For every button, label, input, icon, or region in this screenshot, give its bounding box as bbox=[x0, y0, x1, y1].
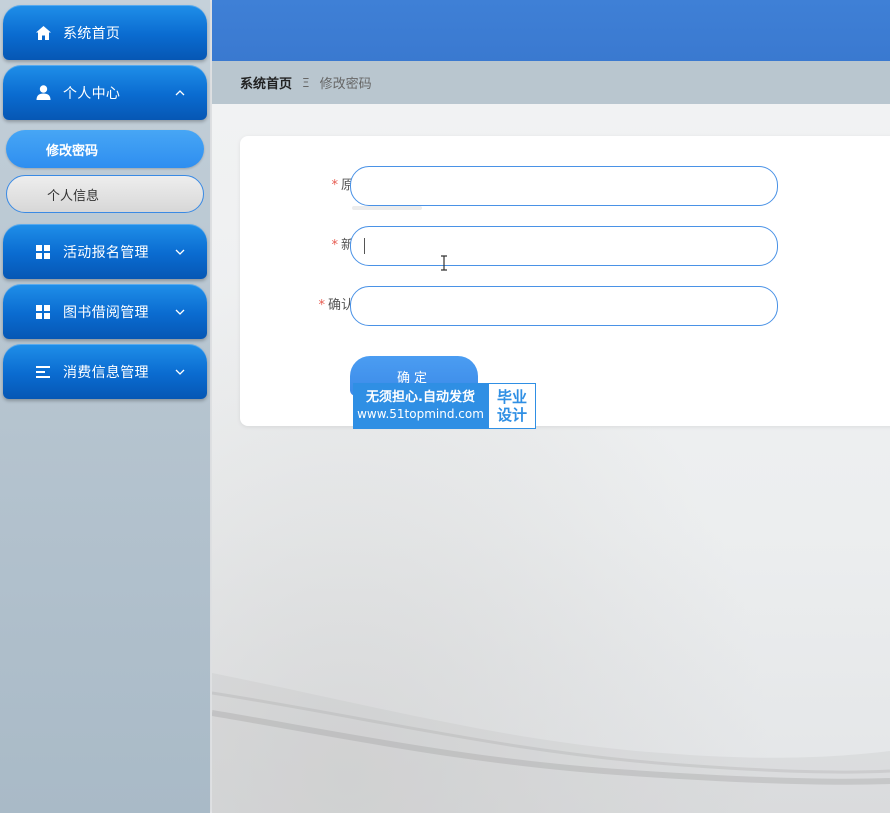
new-password-input[interactable] bbox=[350, 226, 778, 266]
grid-icon bbox=[35, 304, 51, 320]
chevron-down-icon bbox=[175, 367, 185, 377]
sidebar-subitem-label: 个人信息 bbox=[47, 188, 100, 204]
home-icon bbox=[35, 25, 51, 41]
text-caret bbox=[364, 238, 365, 254]
input-autofill-hint bbox=[352, 206, 422, 210]
sidebar-subitem-change-password[interactable]: 修改密码 bbox=[6, 130, 204, 168]
sidebar-item-label: 消费信息管理 bbox=[63, 364, 149, 381]
chevron-down-icon bbox=[175, 307, 185, 317]
sidebar-item-book-borrowing[interactable]: 图书借阅管理 bbox=[3, 284, 207, 339]
form-row-old-password: *原密码 bbox=[240, 166, 800, 210]
breadcrumb: 系统首页 Ξ 修改密码 bbox=[212, 61, 890, 104]
sidebar-item-label: 活动报名管理 bbox=[63, 244, 149, 261]
sidebar-item-label: 系统首页 bbox=[63, 25, 121, 42]
form-row-confirm-password: *确认密码 bbox=[240, 286, 800, 326]
sidebar-item-label: 图书借阅管理 bbox=[63, 304, 149, 321]
chevron-down-icon bbox=[175, 247, 185, 257]
breadcrumb-current: 修改密码 bbox=[319, 77, 372, 92]
sidebar-item-consumption-info[interactable]: 消费信息管理 bbox=[3, 344, 207, 399]
password-form-card: *原密码 *新密码 *确认密码 确定 bbox=[240, 136, 890, 426]
sidebar-subitem-label: 修改密码 bbox=[46, 143, 99, 159]
sidebar-item-home[interactable]: 系统首页 bbox=[3, 5, 207, 60]
old-password-input[interactable] bbox=[350, 166, 778, 206]
watermark-right: 毕业 设计 bbox=[488, 383, 536, 429]
watermark-right2: 设计 bbox=[496, 406, 527, 424]
breadcrumb-home-link[interactable]: 系统首页 bbox=[240, 73, 292, 92]
required-mark: * bbox=[318, 298, 325, 313]
header-bar bbox=[212, 0, 890, 61]
breadcrumb-separator: Ξ bbox=[302, 75, 310, 90]
required-mark: * bbox=[331, 178, 338, 193]
sidebar-item-profile[interactable]: 个人中心 bbox=[3, 65, 207, 120]
watermark-line1: 无须担心.自动发货 bbox=[366, 390, 475, 405]
watermark-badge: 无须担心.自动发货 www.51topmind.com 毕业 设计 bbox=[353, 383, 536, 429]
sidebar: 系统首页 个人中心 修改密码 个人信息 活动报名管理 图书借阅管理 消费信息管理 bbox=[0, 0, 210, 813]
watermark-left: 无须担心.自动发货 www.51topmind.com bbox=[353, 383, 488, 429]
watermark-line2: www.51topmind.com bbox=[357, 407, 484, 421]
sidebar-subitem-personal-info[interactable]: 个人信息 bbox=[6, 175, 204, 213]
text-cursor-icon bbox=[441, 255, 447, 271]
sidebar-item-activity-signup[interactable]: 活动报名管理 bbox=[3, 224, 207, 279]
confirm-password-input[interactable] bbox=[350, 286, 778, 326]
grid-icon bbox=[35, 244, 51, 260]
background-wave-decoration bbox=[212, 673, 890, 813]
form-row-new-password: *新密码 bbox=[240, 226, 800, 266]
user-icon bbox=[35, 85, 51, 101]
list-icon bbox=[35, 364, 51, 380]
sidebar-item-label: 个人中心 bbox=[63, 85, 121, 102]
chevron-up-icon bbox=[175, 88, 185, 98]
required-mark: * bbox=[331, 238, 338, 253]
watermark-right1: 毕业 bbox=[496, 388, 527, 406]
page: 系统首页 个人中心 修改密码 个人信息 活动报名管理 图书借阅管理 消费信息管理… bbox=[0, 0, 890, 813]
